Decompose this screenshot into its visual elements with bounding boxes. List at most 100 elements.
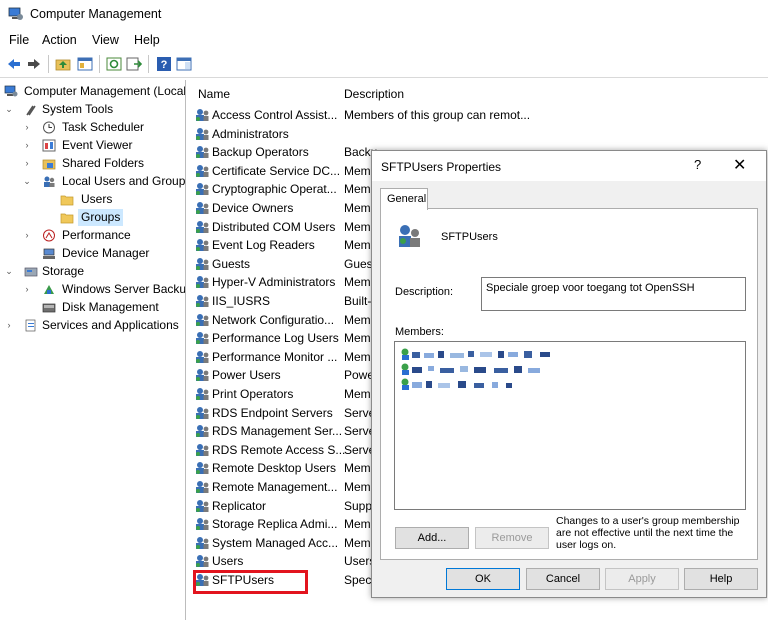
member-item[interactable]	[400, 377, 570, 391]
disk-icon	[42, 303, 56, 313]
group-description: Mem	[344, 219, 371, 234]
cancel-button[interactable]: Cancel	[526, 568, 600, 590]
members-label: Members:	[395, 326, 444, 338]
chevron-down-icon[interactable]: ⌄	[4, 263, 14, 280]
tree-label: Computer Management (Local	[24, 84, 186, 98]
chevron-right-icon[interactable]: ›	[22, 119, 32, 136]
group-row[interactable]: Access Control Assist... Members of this …	[192, 106, 762, 124]
folder-icon	[60, 195, 74, 206]
group-name: Backup Operators	[212, 145, 309, 160]
chevron-right-icon[interactable]: ›	[22, 281, 32, 298]
chevron-down-icon[interactable]: ⌄	[4, 101, 14, 118]
group-description: Mem	[344, 535, 371, 550]
description-field[interactable]: Speciale groep voor toegang tot OpenSSH	[481, 277, 746, 311]
tree-item-device-manager[interactable]: Device Manager	[0, 245, 185, 262]
group-icon	[196, 295, 209, 307]
properties-pane-icon[interactable]	[176, 56, 192, 72]
help-button[interactable]: Help	[684, 568, 758, 590]
column-header-name[interactable]: Name	[198, 87, 230, 101]
chevron-down-icon[interactable]: ⌄	[22, 173, 32, 190]
tree-item-shared-folders[interactable]: › Shared Folders	[0, 155, 185, 172]
help-icon[interactable]: ?	[156, 56, 172, 72]
svg-text:?: ?	[161, 59, 168, 71]
group-name: Network Configuratio...	[212, 312, 335, 327]
group-icon	[196, 536, 209, 549]
storage-icon	[24, 267, 38, 277]
tree-item-users[interactable]: Users	[0, 191, 185, 208]
group-name: Remote Desktop Users	[212, 461, 337, 476]
back-arrow-icon[interactable]	[6, 56, 22, 72]
tree-item-disk-management[interactable]: Disk Management	[0, 299, 185, 316]
group-icon	[196, 425, 209, 438]
services-icon	[25, 319, 36, 332]
menu-file[interactable]: File	[9, 33, 29, 47]
backup-icon	[44, 285, 54, 294]
group-description: Mem	[344, 461, 371, 476]
user-icon	[401, 378, 512, 390]
dialog-title: SFTPUsers Properties	[381, 160, 502, 174]
remove-button[interactable]: Remove	[475, 527, 549, 549]
chevron-right-icon[interactable]: ›	[4, 317, 14, 334]
group-name: Storage Replica Admi...	[212, 517, 338, 532]
group-name: Certificate Service DC...	[212, 163, 341, 178]
column-header-description[interactable]: Description	[344, 87, 404, 101]
group-icon	[196, 499, 209, 512]
toolbar-separator	[48, 55, 49, 73]
close-icon[interactable]: ✕	[733, 155, 746, 175]
group-icon	[196, 220, 209, 233]
menu-view[interactable]: View	[92, 33, 119, 47]
chevron-right-icon[interactable]: ›	[22, 155, 32, 172]
group-description: Supp	[344, 498, 373, 513]
group-description: Speci	[344, 573, 375, 587]
tree-item-services-and-applications[interactable]: › Services and Applications	[0, 317, 185, 334]
event-viewer-icon	[42, 139, 56, 152]
chevron-right-icon[interactable]: ›	[22, 137, 32, 154]
toolbar-separator	[99, 55, 100, 73]
group-icon	[196, 332, 209, 345]
group-icon	[196, 388, 209, 400]
show-hide-tree-icon[interactable]	[77, 56, 93, 72]
tree-item-system-tools[interactable]: ⌄ System Tools	[0, 101, 185, 118]
group-icon	[196, 202, 209, 214]
group-name: Guests	[212, 256, 251, 271]
tools-icon	[26, 105, 36, 116]
up-folder-icon[interactable]	[55, 56, 71, 72]
title-bar: Computer Management	[0, 0, 768, 28]
tree-item-task-scheduler[interactable]: › Task Scheduler	[0, 119, 185, 136]
group-icon	[196, 239, 209, 252]
tree-item-event-viewer[interactable]: › Event Viewer	[0, 137, 185, 154]
group-row[interactable]: Administrators	[192, 125, 762, 143]
group-icon	[196, 164, 209, 177]
tab-general[interactable]: General	[380, 188, 428, 210]
member-item[interactable]	[400, 347, 570, 361]
forward-arrow-icon[interactable]	[26, 56, 42, 72]
tree-item-computer-management[interactable]: Computer Management (Local	[0, 83, 185, 100]
menu-action[interactable]: Action	[42, 33, 77, 47]
apply-button[interactable]: Apply	[605, 568, 679, 590]
members-list[interactable]	[394, 341, 746, 510]
tree-label: Disk Management	[62, 300, 159, 314]
tree-item-groups[interactable]: Groups	[0, 209, 185, 226]
add-button[interactable]: Add...	[395, 527, 469, 549]
export-list-icon[interactable]	[126, 56, 142, 72]
description-label: Description:	[395, 286, 454, 298]
group-description: Powe	[344, 368, 375, 383]
refresh-icon[interactable]	[106, 56, 122, 72]
menu-help[interactable]: Help	[134, 33, 160, 47]
tree-item-local-users-and-groups[interactable]: ⌄ Local Users and Groups	[0, 173, 185, 190]
tree-item-storage[interactable]: ⌄ Storage	[0, 263, 185, 280]
chevron-right-icon[interactable]: ›	[22, 227, 32, 244]
device-manager-icon	[43, 248, 55, 259]
help-question-icon[interactable]: ?	[694, 157, 701, 172]
tree-label: Event Viewer	[62, 138, 133, 152]
group-description: Mem	[344, 275, 371, 290]
tree-label: Services and Applications	[42, 318, 179, 332]
tree-item-windows-server-backup[interactable]: › Windows Server Backup	[0, 281, 186, 298]
ok-button[interactable]: OK	[446, 568, 520, 590]
group-icon	[196, 443, 209, 456]
group-icon	[196, 257, 209, 270]
tree-label: Device Manager	[62, 246, 150, 260]
member-item[interactable]	[400, 362, 570, 376]
group-icon	[196, 146, 209, 159]
tree-item-performance[interactable]: › Performance	[0, 227, 185, 244]
